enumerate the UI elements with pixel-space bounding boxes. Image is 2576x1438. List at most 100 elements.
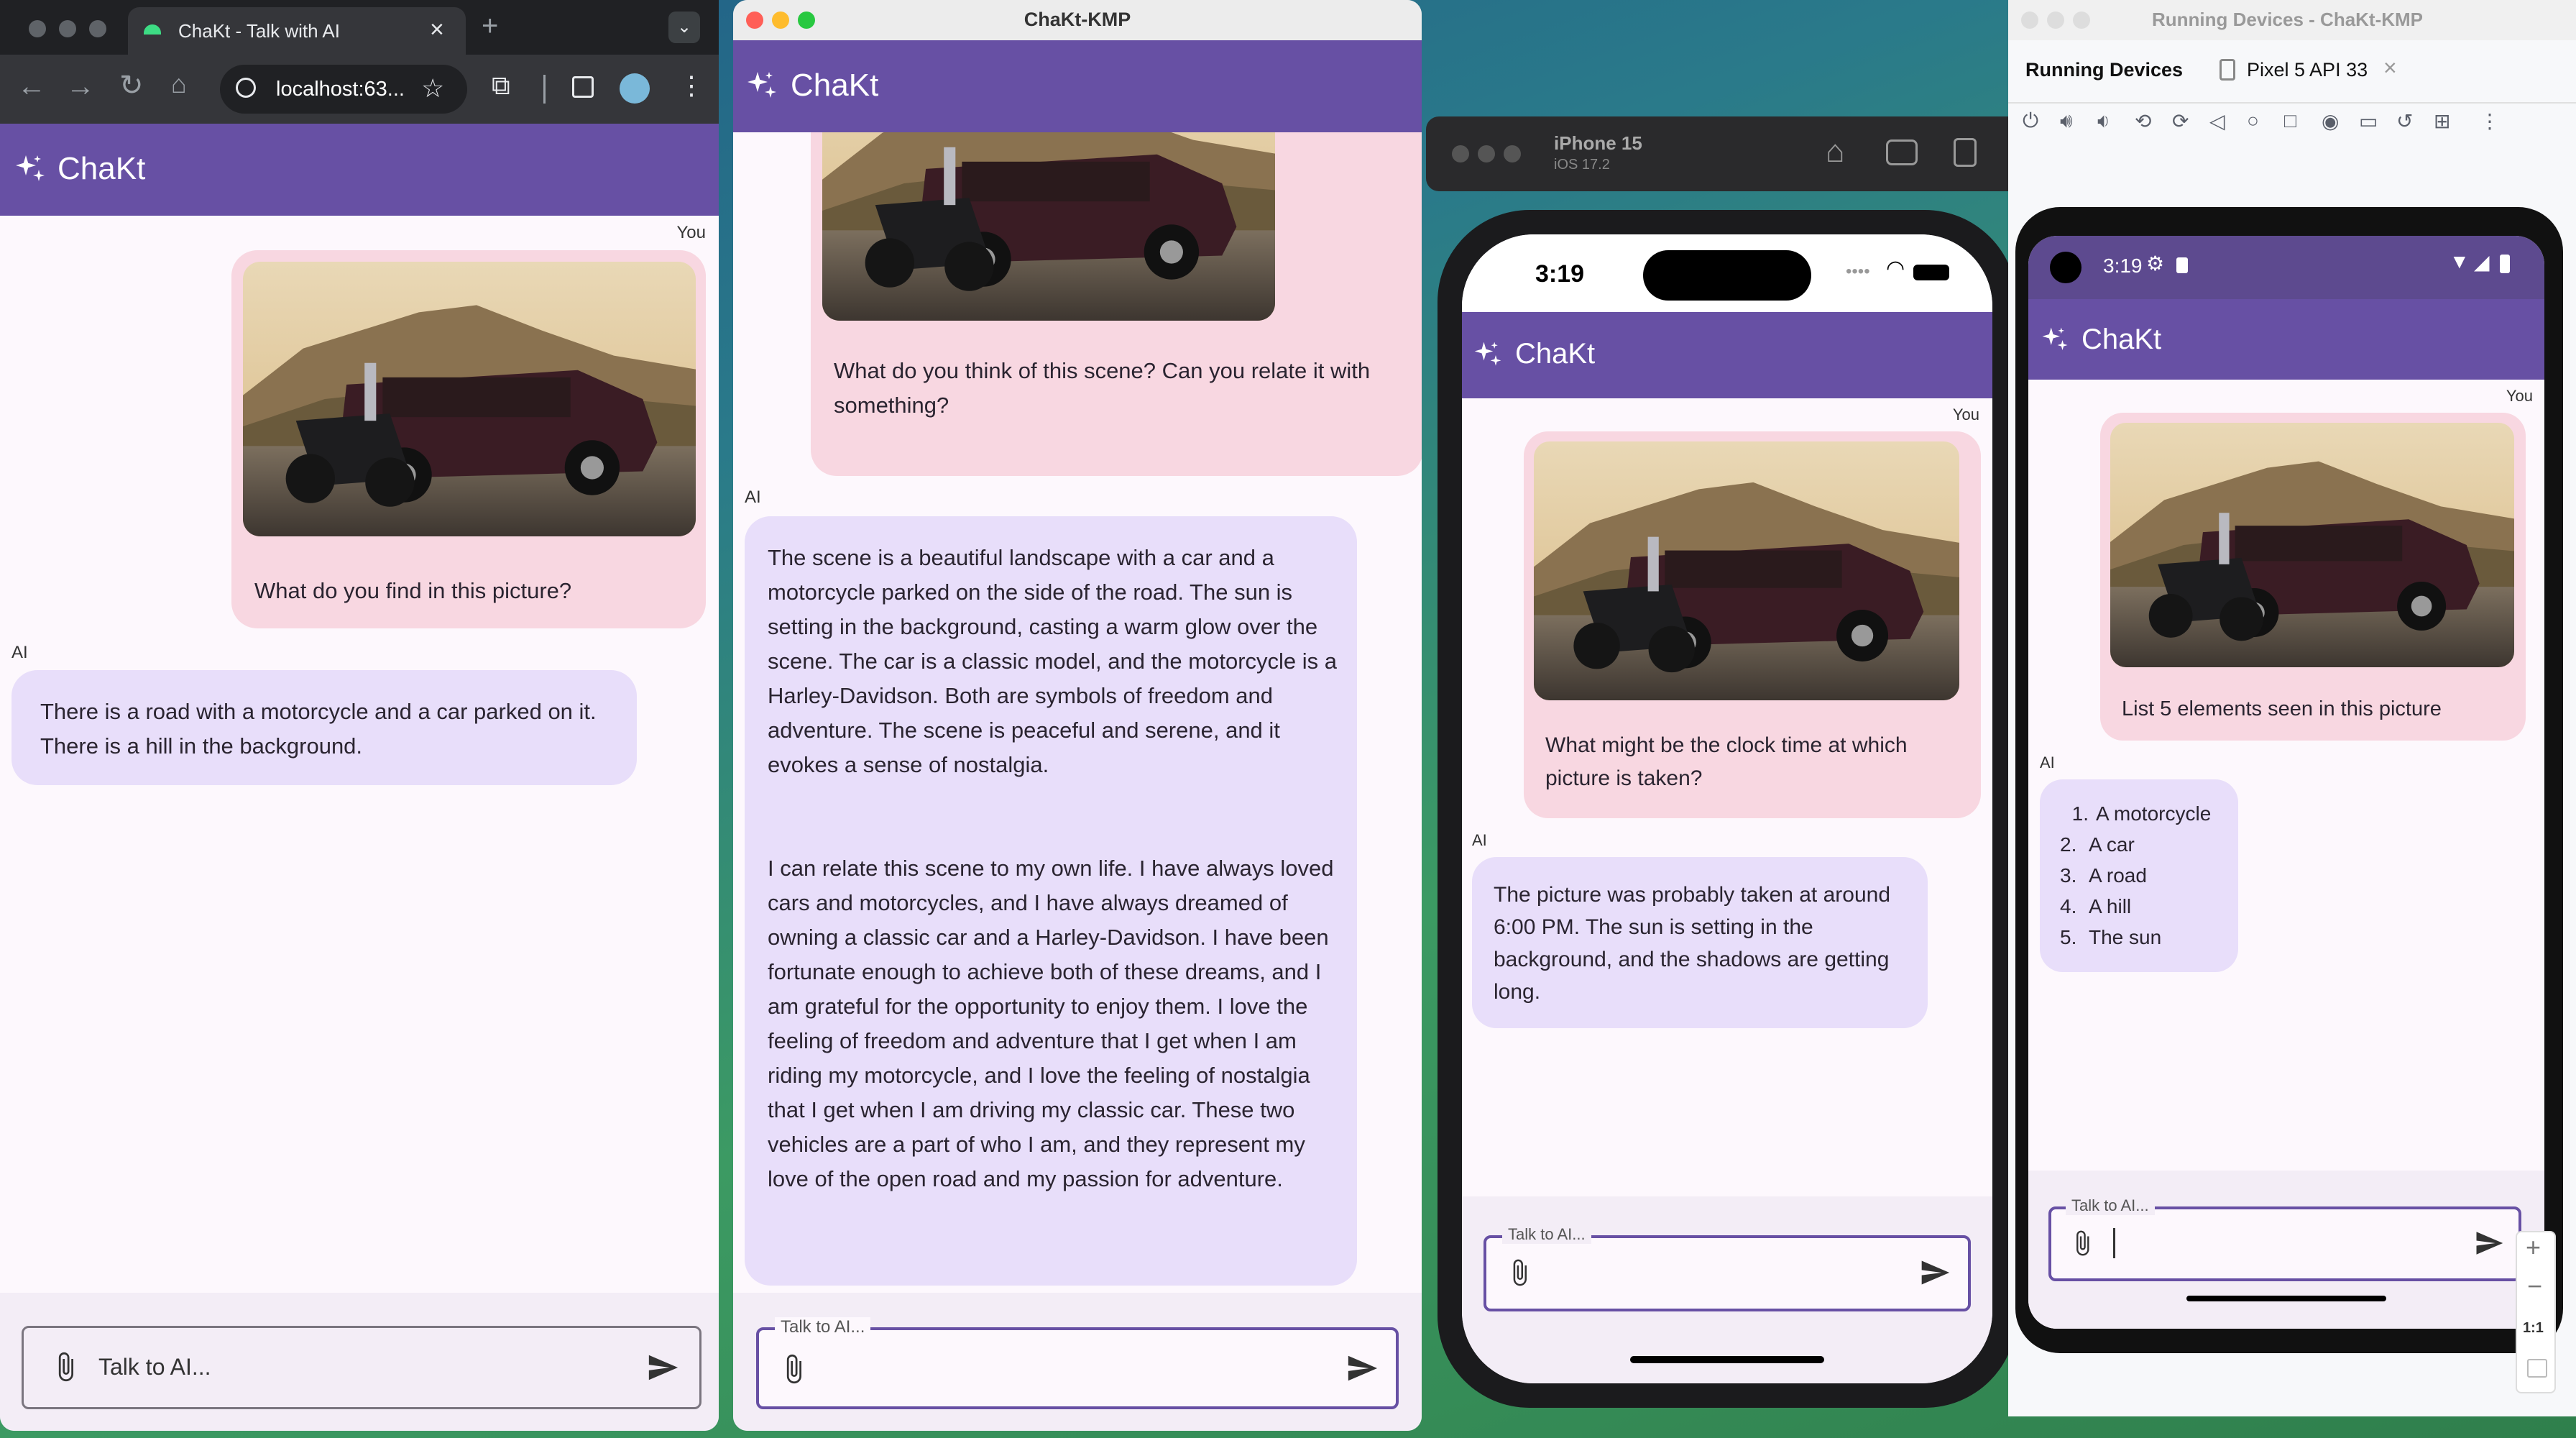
zoom-actual-size[interactable]: 1:1	[2523, 1320, 2544, 1337]
rotate-left-icon[interactable]: ⟲	[2135, 109, 2151, 133]
close-dot[interactable]	[2021, 12, 2038, 29]
minimize-dot[interactable]	[1478, 145, 1495, 162]
zoom-in-icon[interactable]: +	[2526, 1232, 2541, 1263]
url-text[interactable]: localhost:63...	[276, 78, 405, 101]
chat-input-field[interactable]: Talk to AI...	[22, 1326, 702, 1409]
site-info-icon[interactable]	[236, 78, 256, 98]
ai-message-text: The picture was probably taken at around…	[1494, 883, 1890, 1004]
back-icon[interactable]: ←	[17, 70, 46, 103]
home-icon[interactable]: ⌂	[171, 69, 187, 99]
wifi-icon: ◠	[1886, 257, 1905, 280]
volume-down-icon[interactable]: 🔉︎	[2097, 109, 2110, 133]
user-message-text: List 5 elements seen in this picture	[2122, 697, 2442, 720]
home-icon[interactable]: ○	[2247, 109, 2259, 132]
snapshot-icon[interactable]: ⊞	[2434, 109, 2450, 133]
address-bar[interactable]: localhost:63... ☆	[220, 65, 467, 114]
attach-icon[interactable]	[2069, 1229, 2096, 1257]
input-label: Talk to AI...	[2066, 1196, 2155, 1215]
ai-label: AI	[12, 643, 28, 662]
list-text: A hill	[2089, 895, 2132, 917]
tab-search-icon[interactable]: ⌄	[668, 12, 700, 43]
dynamic-island	[1643, 250, 1811, 301]
desktop-app-bar: ChaKt	[733, 40, 1422, 132]
home-icon[interactable]: ⌂	[1826, 134, 1845, 170]
screen-record-icon[interactable]: ▭	[2359, 109, 2378, 133]
window-controls	[29, 20, 106, 37]
star-icon[interactable]: ☆	[421, 73, 444, 104]
chat-input-field[interactable]: Talk to AI...	[756, 1317, 1399, 1409]
more-options-icon[interactable]: ⋮	[2480, 109, 2500, 133]
volume-up-icon[interactable]: 🔊︎	[2060, 109, 2073, 133]
menu-kebab-icon[interactable]: ⋮	[678, 70, 704, 101]
list-number: 1.	[2071, 802, 2089, 825]
close-tab-icon[interactable]: ×	[430, 16, 444, 44]
user-message-text: What do you think of this scene? Can you…	[834, 358, 1371, 418]
overview-icon[interactable]: □	[2284, 109, 2296, 132]
list-number: 4.	[2060, 895, 2077, 917]
send-icon[interactable]	[1346, 1352, 1379, 1385]
maximize-dot[interactable]	[1504, 145, 1521, 162]
chat-input-field[interactable]: Talk to AI...	[2048, 1196, 2521, 1281]
toolbar-divider	[543, 75, 546, 104]
screenshot-icon[interactable]: ◉	[2322, 109, 2339, 133]
attach-icon[interactable]	[50, 1351, 81, 1383]
zoom-out-icon[interactable]: −	[2527, 1271, 2542, 1301]
send-icon[interactable]	[2474, 1228, 2504, 1258]
tab-running-devices[interactable]: Running Devices	[2025, 59, 2183, 81]
pixel-screen: 3:19 ⚙ ▼ ◢ ChaKt You List 5 elements see…	[2028, 236, 2544, 1329]
user-message-bubble: What do you think of this scene? Can you…	[811, 132, 1422, 476]
list-text: A motorcycle	[2096, 802, 2212, 825]
rotate-right-icon[interactable]: ⟳	[2172, 109, 2189, 133]
ai-list: 1. A motorcycle 2. A car 3. A road 4. A hill…	[2060, 798, 2211, 953]
forward-icon[interactable]: →	[66, 70, 95, 103]
app-title: ChaKt	[2082, 324, 2162, 355]
panel-titlebar: Running Devices - ChaKt-KMP	[2008, 0, 2576, 40]
android-studio-panel: Running Devices - ChaKt-KMP Running Devi…	[2008, 0, 2576, 1416]
status-time: 3:19	[2103, 255, 2143, 277]
app-title: ChaKt	[1515, 338, 1596, 370]
user-message-bubble: List 5 elements seen in this picture	[2100, 413, 2526, 741]
battery-icon	[1913, 265, 1949, 280]
attach-icon[interactable]	[778, 1353, 809, 1385]
zoom-fit-icon[interactable]	[2527, 1359, 2547, 1378]
ai-message-bubble: The scene is a beautiful landscape with …	[745, 516, 1357, 1286]
avatar[interactable]	[620, 73, 650, 104]
iphone-frame: 3:19 •••• ◠ ChaKt You What might be the …	[1438, 210, 2017, 1408]
maximize-dot[interactable]	[2073, 12, 2090, 29]
close-dot[interactable]	[29, 20, 46, 37]
attach-icon[interactable]	[1505, 1258, 1534, 1287]
minimize-dot[interactable]	[2047, 12, 2064, 29]
gesture-nav-bar[interactable]	[2186, 1296, 2386, 1301]
reload-icon[interactable]: ↻	[119, 69, 144, 102]
power-icon[interactable]: ⏻	[2023, 109, 2038, 133]
you-label: You	[1952, 406, 1979, 423]
home-indicator[interactable]	[1630, 1356, 1824, 1363]
attached-photo	[2110, 423, 2514, 667]
text-cursor	[2113, 1228, 2115, 1258]
send-icon[interactable]	[646, 1351, 679, 1384]
ai-message-paragraph-1: The scene is a beautiful landscape with …	[768, 545, 1337, 777]
chat-input-field[interactable]: Talk to AI...	[1484, 1225, 1971, 1311]
reset-icon[interactable]: ↺	[2396, 109, 2413, 133]
cell-signal-icon: ◢	[2474, 251, 2490, 273]
back-icon[interactable]: ◁	[2209, 109, 2225, 133]
android-favicon	[144, 24, 161, 35]
status-time: 3:19	[1535, 260, 1585, 288]
browser-tab[interactable]: ChaKt - Talk with AI ×	[128, 7, 466, 55]
close-tab-icon[interactable]: ×	[2383, 55, 2397, 81]
send-icon[interactable]	[1919, 1257, 1951, 1288]
sparkle-icon	[2040, 325, 2070, 355]
browser-window: ChaKt - Talk with AI × + ⌄ ← → ↻ ⌂ local…	[0, 0, 719, 1431]
simulator-name: iPhone 15	[1554, 132, 1642, 154]
rotate-icon[interactable]	[1954, 138, 1977, 167]
desktop-chat-scroll[interactable]: What do you think of this scene? Can you…	[733, 132, 1422, 1293]
minimize-dot[interactable]	[59, 20, 76, 37]
tab-device[interactable]: Pixel 5 API 33	[2247, 59, 2368, 81]
screenshot-icon[interactable]	[1886, 139, 1918, 165]
extension-icon[interactable]: ⧉	[492, 70, 510, 101]
side-panel-icon[interactable]	[572, 76, 594, 98]
ai-message-bubble: There is a road with a motorcycle and a …	[12, 670, 637, 785]
maximize-dot[interactable]	[89, 20, 106, 37]
new-tab-icon[interactable]: +	[482, 10, 498, 42]
close-dot[interactable]	[1452, 145, 1469, 162]
